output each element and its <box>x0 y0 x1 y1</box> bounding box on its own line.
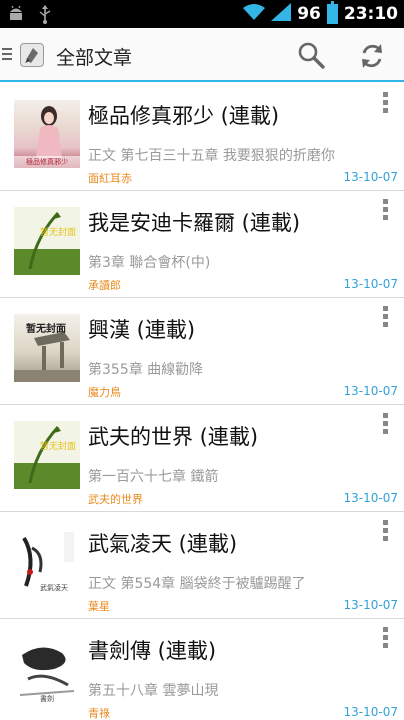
cover-caption: 極品修真邪少 <box>26 157 68 166</box>
update-date: 13-10-07 <box>343 170 398 184</box>
clock: 23:10 <box>343 4 398 24</box>
book-author: 面紅耳赤 <box>88 172 132 185</box>
list-item[interactable]: 暂无封面 我是安迪卡羅爾 (連載) 第3章 聯合會杯(中) 承讀郎 13-10-… <box>0 191 404 298</box>
book-title: 我是安迪卡羅爾 (連載) <box>88 211 301 235</box>
book-cover: 暂无封面 <box>14 314 80 382</box>
overflow-menu-icon[interactable] <box>382 199 390 221</box>
book-cover: 書劍 <box>14 635 80 703</box>
wifi-icon <box>243 3 266 25</box>
overflow-menu-icon[interactable] <box>382 520 390 542</box>
book-title: 書劍傳 (連載) <box>88 639 217 663</box>
list-item[interactable]: 極品修真邪少 極品修真邪少 (連載) 正文 第七百三十五章 我要狠狠的折磨你 面… <box>0 84 404 191</box>
update-date: 13-10-07 <box>343 491 398 505</box>
book-author: 青祿 <box>88 707 110 720</box>
cover-caption: 暂无封面 <box>40 440 76 452</box>
battery-percent: 96 <box>297 4 321 24</box>
overflow-menu-icon[interactable] <box>382 92 390 114</box>
book-author: 葉星 <box>88 600 110 613</box>
book-cover: 極品修真邪少 <box>14 100 80 168</box>
book-author: 武夫的世界 <box>88 493 143 506</box>
book-title: 武氣凌天 (連載) <box>88 532 238 556</box>
update-date: 13-10-07 <box>343 598 398 612</box>
overflow-menu-icon[interactable] <box>382 627 390 649</box>
book-title: 極品修真邪少 (連載) <box>88 104 280 128</box>
latest-chapter: 第355章 曲線勸降 <box>88 362 204 378</box>
refresh-icon[interactable] <box>356 40 388 72</box>
overflow-menu-icon[interactable] <box>382 413 390 435</box>
update-date: 13-10-07 <box>343 705 398 719</box>
update-date: 13-10-07 <box>343 277 398 291</box>
list-item[interactable]: 暂无封面 興漢 (連載) 第355章 曲線勸降 魔力鳥 13-10-07 <box>0 298 404 405</box>
android-debug-icon <box>8 5 24 27</box>
usb-icon <box>38 4 52 28</box>
book-cover: 暂无封面 <box>14 207 80 275</box>
overflow-menu-icon[interactable] <box>382 306 390 328</box>
cover-caption: 暂无封面 <box>40 226 76 238</box>
book-cover: 武氣凌天 <box>14 528 80 596</box>
page-title: 全部文章 <box>56 47 133 69</box>
book-cover: 暂无封面 <box>14 421 80 489</box>
app-logo-icon[interactable] <box>20 43 44 67</box>
latest-chapter: 第一百六十七章 鐵箭 <box>88 469 219 485</box>
list-item[interactable]: 暂无封面 武夫的世界 (連載) 第一百六十七章 鐵箭 武夫的世界 13-10-0… <box>0 405 404 512</box>
action-bar: 全部文章 <box>0 28 404 82</box>
status-bar: 96 23:10 <box>0 0 404 28</box>
drawer-indicator-icon[interactable] <box>2 48 12 62</box>
latest-chapter: 第五十八章 雲夢山現 <box>88 683 219 699</box>
book-author: 魔力鳥 <box>88 386 121 399</box>
book-title: 武夫的世界 (連載) <box>88 425 259 449</box>
book-title: 興漢 (連載) <box>88 318 196 342</box>
book-list: 極品修真邪少 極品修真邪少 (連載) 正文 第七百三十五章 我要狠狠的折磨你 面… <box>0 84 404 720</box>
latest-chapter: 第3章 聯合會杯(中) <box>88 255 211 271</box>
cover-caption: 暂无封面 <box>26 322 66 335</box>
cover-caption: 武氣凌天 <box>40 583 68 592</box>
book-author: 承讀郎 <box>88 279 121 292</box>
latest-chapter: 正文 第七百三十五章 我要狠狠的折磨你 <box>88 148 335 164</box>
cover-caption: 書劍 <box>40 694 54 703</box>
search-icon[interactable] <box>296 40 326 70</box>
latest-chapter: 正文 第554章 腦袋終于被驢踢醒了 <box>88 576 306 592</box>
battery-icon <box>326 1 338 24</box>
signal-icon <box>271 3 292 25</box>
list-item[interactable]: 武氣凌天 武氣凌天 (連載) 正文 第554章 腦袋終于被驢踢醒了 葉星 13-… <box>0 512 404 619</box>
update-date: 13-10-07 <box>343 384 398 398</box>
list-item[interactable]: 書劍 書劍傳 (連載) 第五十八章 雲夢山現 青祿 13-10-07 <box>0 619 404 720</box>
